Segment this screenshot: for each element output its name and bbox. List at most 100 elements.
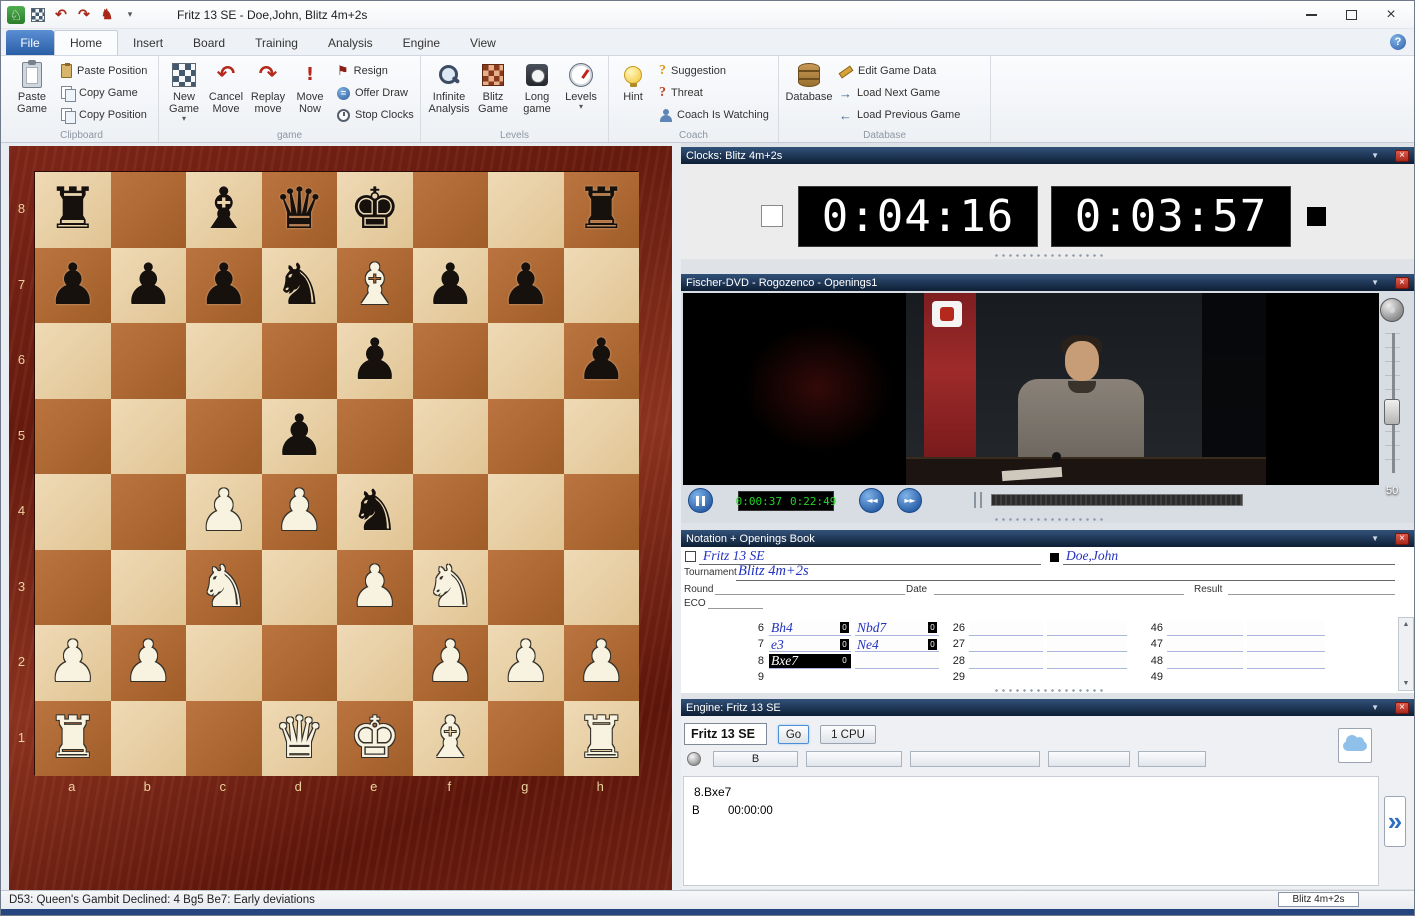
move-cell[interactable]	[1247, 654, 1325, 669]
square-e6[interactable]: ♟	[337, 323, 413, 399]
clocks-menu-caret-icon[interactable]: ▼	[1371, 151, 1379, 160]
move-cell[interactable]	[1247, 670, 1325, 685]
load-previous-game-button[interactable]: ← Load Previous Game	[839, 107, 960, 123]
square-c4[interactable]: ♟	[186, 474, 262, 550]
column-header-3[interactable]	[910, 751, 1040, 767]
new-game-button[interactable]: New Game ▾	[163, 59, 205, 129]
minimize-button[interactable]	[1294, 4, 1328, 26]
tournament-value[interactable]: Blitz 4m+2s	[738, 563, 809, 580]
notation-panel-header[interactable]: Notation + Openings Book ▼ ×	[681, 530, 1414, 547]
tab-home[interactable]: Home	[54, 30, 118, 55]
move-cell[interactable]: Bh40	[769, 621, 851, 636]
move-cell[interactable]	[1167, 621, 1243, 636]
move-cell[interactable]	[969, 654, 1043, 669]
square-c1[interactable]	[186, 701, 262, 777]
threat-button[interactable]: ? Threat	[659, 85, 703, 101]
black-player-name[interactable]: Doe,John	[1066, 548, 1118, 564]
cpu-button[interactable]: 1 CPU	[820, 725, 876, 744]
video-menu-caret-icon[interactable]: ▼	[1371, 278, 1379, 287]
square-h2[interactable]: ♟	[564, 625, 640, 701]
square-h3[interactable]	[564, 550, 640, 626]
video-resize-grip[interactable]	[993, 517, 1103, 522]
paste-position-button[interactable]: Paste Position	[61, 63, 147, 79]
square-c3[interactable]: ♞	[186, 550, 262, 626]
move-cell[interactable]	[1047, 670, 1127, 685]
paste-game-button[interactable]: Paste Game	[7, 59, 57, 129]
square-f3[interactable]: ♞	[413, 550, 489, 626]
square-h8[interactable]: ♜	[564, 172, 640, 248]
clocks-panel-header[interactable]: Clocks: Blitz 4m+2s ▼ ×	[681, 147, 1414, 164]
square-d5[interactable]: ♟	[262, 399, 338, 475]
go-button[interactable]: Go	[778, 725, 809, 744]
move-now-button[interactable]: ! Move Now	[289, 59, 331, 129]
square-h7[interactable]	[564, 248, 640, 324]
square-g2[interactable]: ♟	[488, 625, 564, 701]
column-header-5[interactable]	[1138, 751, 1206, 767]
seek-grip[interactable]	[974, 492, 982, 508]
square-e4[interactable]: ♞	[337, 474, 413, 550]
move-cell[interactable]	[969, 621, 1043, 636]
tab-view[interactable]: View	[455, 30, 511, 55]
move-cell[interactable]: e30	[769, 637, 851, 652]
square-h1[interactable]: ♜	[564, 701, 640, 777]
square-d4[interactable]: ♟	[262, 474, 338, 550]
square-b6[interactable]	[111, 323, 187, 399]
help-icon[interactable]: ?	[1390, 34, 1406, 50]
cloud-engine-button[interactable]	[1338, 728, 1372, 763]
move-cell[interactable]	[1247, 637, 1325, 652]
engine-name-box[interactable]: Fritz 13 SE	[684, 723, 767, 745]
move-cell[interactable]	[1167, 670, 1243, 685]
move-cell[interactable]	[1167, 654, 1243, 669]
square-d7[interactable]: ♞	[262, 248, 338, 324]
notation-scrollbar[interactable]: ▲ ▼	[1398, 617, 1414, 691]
offer-draw-button[interactable]: = Offer Draw	[337, 85, 408, 101]
tab-training[interactable]: Training	[240, 30, 313, 55]
engine-panel-header[interactable]: Engine: Fritz 13 SE ▼ ×	[681, 699, 1414, 716]
square-d6[interactable]	[262, 323, 338, 399]
seek-bar[interactable]	[991, 494, 1243, 506]
tab-file[interactable]: File	[6, 30, 54, 55]
stop-clocks-button[interactable]: Stop Clocks	[337, 107, 414, 123]
video-panel-header[interactable]: Fischer-DVD - Rogozenco - Openings1 ▼ ×	[681, 274, 1414, 291]
clocks-close-icon[interactable]: ×	[1395, 150, 1409, 162]
square-f4[interactable]	[413, 474, 489, 550]
fritz-knight-icon[interactable]: ♞	[97, 5, 117, 25]
square-a5[interactable]	[35, 399, 111, 475]
blitz-game-button[interactable]: Blitz Game	[471, 59, 515, 129]
close-button[interactable]: ×	[1374, 4, 1408, 26]
square-d3[interactable]	[262, 550, 338, 626]
white-player-name[interactable]: Fritz 13 SE	[703, 548, 765, 564]
square-a8[interactable]: ♜	[35, 172, 111, 248]
copy-game-button[interactable]: Copy Game	[61, 85, 138, 101]
move-cell[interactable]	[1247, 621, 1325, 636]
video-frame[interactable]	[683, 293, 1379, 485]
square-f1[interactable]: ♝	[413, 701, 489, 777]
suggestion-button[interactable]: ? Suggestion	[659, 63, 726, 79]
white-player-checkbox[interactable]	[685, 551, 696, 562]
volume-slider-knob[interactable]	[1384, 399, 1400, 425]
square-f2[interactable]: ♟	[413, 625, 489, 701]
move-cell[interactable]	[855, 654, 939, 669]
move-cell[interactable]	[969, 670, 1043, 685]
levels-button[interactable]: Levels ▾	[559, 59, 603, 129]
cancel-move-button[interactable]: ↶ Cancel Move	[205, 59, 247, 129]
square-d1[interactable]: ♛	[262, 701, 338, 777]
square-g6[interactable]	[488, 323, 564, 399]
infinite-analysis-button[interactable]: Infinite Analysis	[427, 59, 471, 129]
square-a3[interactable]	[35, 550, 111, 626]
square-h5[interactable]	[564, 399, 640, 475]
square-c5[interactable]	[186, 399, 262, 475]
square-h4[interactable]	[564, 474, 640, 550]
square-d8[interactable]: ♛	[262, 172, 338, 248]
square-c7[interactable]: ♟	[186, 248, 262, 324]
move-cell[interactable]: Nbd70	[855, 621, 939, 636]
square-c8[interactable]: ♝	[186, 172, 262, 248]
move-cell-selected[interactable]: Bxe70	[769, 654, 851, 669]
square-c6[interactable]	[186, 323, 262, 399]
white-side-checkbox[interactable]	[761, 205, 783, 227]
square-g1[interactable]	[488, 701, 564, 777]
quick-access-caret-icon[interactable]: ▾	[120, 5, 140, 25]
rewind-button[interactable]: ◄◄	[859, 488, 884, 513]
forward-button[interactable]: ►►	[897, 488, 922, 513]
engine-close-icon[interactable]: ×	[1395, 702, 1409, 714]
